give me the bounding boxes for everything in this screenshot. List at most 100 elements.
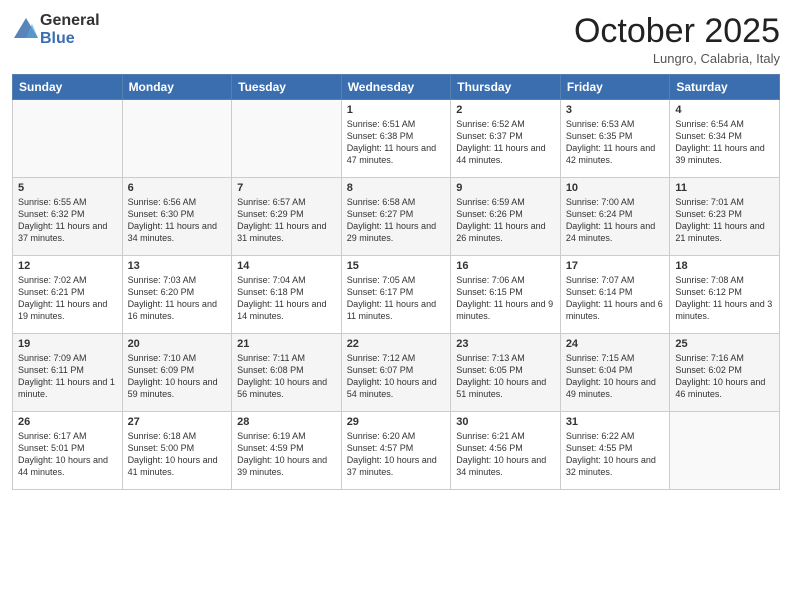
day-info: Sunrise: 6:18 AM xyxy=(128,430,227,442)
day-header-tuesday: Tuesday xyxy=(232,75,342,100)
day-info: Sunrise: 6:17 AM xyxy=(18,430,117,442)
day-info: Sunset: 6:32 PM xyxy=(18,208,117,220)
day-info: Sunset: 4:56 PM xyxy=(456,442,555,454)
day-number: 20 xyxy=(128,338,227,350)
header: General Blue October 2025 Lungro, Calabr… xyxy=(12,12,780,66)
calendar-cell: 22Sunrise: 7:12 AMSunset: 6:07 PMDayligh… xyxy=(341,334,451,412)
calendar-cell: 24Sunrise: 7:15 AMSunset: 6:04 PMDayligh… xyxy=(560,334,670,412)
calendar-cell: 9Sunrise: 6:59 AMSunset: 6:26 PMDaylight… xyxy=(451,178,561,256)
day-number: 3 xyxy=(566,104,665,116)
day-info: Daylight: 10 hours and 41 minutes. xyxy=(128,454,227,478)
calendar-cell: 3Sunrise: 6:53 AMSunset: 6:35 PMDaylight… xyxy=(560,100,670,178)
day-info: Daylight: 11 hours and 26 minutes. xyxy=(456,220,555,244)
day-number: 26 xyxy=(18,416,117,428)
day-info: Daylight: 10 hours and 56 minutes. xyxy=(237,376,336,400)
day-info: Daylight: 11 hours and 19 minutes. xyxy=(18,298,117,322)
calendar-cell: 29Sunrise: 6:20 AMSunset: 4:57 PMDayligh… xyxy=(341,412,451,490)
day-info: Sunset: 6:38 PM xyxy=(347,130,446,142)
day-header-friday: Friday xyxy=(560,75,670,100)
day-number: 29 xyxy=(347,416,446,428)
calendar-week-2: 5Sunrise: 6:55 AMSunset: 6:32 PMDaylight… xyxy=(13,178,780,256)
day-number: 12 xyxy=(18,260,117,272)
day-info: Daylight: 10 hours and 51 minutes. xyxy=(456,376,555,400)
day-info: Daylight: 10 hours and 34 minutes. xyxy=(456,454,555,478)
calendar-cell: 27 Sunrise: 6:18 AMSunset: 5:00 PMDayligh… xyxy=(122,412,232,490)
day-info: Sunset: 6:05 PM xyxy=(456,364,555,376)
day-info: Daylight: 11 hours and 16 minutes. xyxy=(128,298,227,322)
day-info: Sunrise: 7:13 AM xyxy=(456,352,555,364)
day-info: Daylight: 11 hours and 29 minutes. xyxy=(347,220,446,244)
calendar-cell: 8 Sunrise: 6:58 AMSunset: 6:27 PMDaylight… xyxy=(341,178,451,256)
day-info: Sunrise: 7:12 AM xyxy=(347,352,446,364)
calendar-cell xyxy=(122,100,232,178)
day-number: 28 xyxy=(237,416,336,428)
day-number: 17 xyxy=(566,260,665,272)
calendar-cell: 5Sunrise: 6:55 AMSunset: 6:32 PMDaylight… xyxy=(13,178,123,256)
calendar-cell: 10Sunrise: 7:00 AMSunset: 6:24 PMDayligh… xyxy=(560,178,670,256)
calendar-cell: 31 Sunrise: 6:22 AMSunset: 4:55 PMDayligh… xyxy=(560,412,670,490)
calendar-cell: 16Sunrise: 7:06 AMSunset: 6:15 PMDayligh… xyxy=(451,256,561,334)
day-info: Sunrise: 6:59 AM xyxy=(456,196,555,208)
title-block: October 2025 Lungro, Calabria, Italy xyxy=(574,12,780,66)
month-title: October 2025 xyxy=(574,12,780,51)
calendar-table: SundayMondayTuesdayWednesdayThursdayFrid… xyxy=(12,74,780,490)
day-info: Daylight: 11 hours and 21 minutes. xyxy=(675,220,774,244)
day-info: Sunset: 6:21 PM xyxy=(18,286,117,298)
day-info: Sunset: 4:55 PM xyxy=(566,442,665,454)
day-number: 31 xyxy=(566,416,665,428)
day-info: Daylight: 10 hours and 32 minutes. xyxy=(566,454,665,478)
day-info: Sunset: 6:34 PM xyxy=(675,130,774,142)
calendar-cell: 1Sunrise: 6:51 AMSunset: 6:38 PMDaylight… xyxy=(341,100,451,178)
day-number: 2 xyxy=(456,104,555,116)
day-number: 4 xyxy=(675,104,774,116)
day-info: Sunrise: 7:07 AM xyxy=(566,274,665,286)
day-header-wednesday: Wednesday xyxy=(341,75,451,100)
day-number: 15 xyxy=(347,260,446,272)
day-info: Sunrise: 6:54 AM xyxy=(675,118,774,130)
calendar-cell: 25Sunrise: 7:16 AMSunset: 6:02 PMDayligh… xyxy=(670,334,780,412)
calendar-week-4: 19Sunrise: 7:09 AMSunset: 6:11 PMDayligh… xyxy=(13,334,780,412)
day-info: Sunset: 6:23 PM xyxy=(675,208,774,220)
calendar-cell: 20 Sunrise: 7:10 AMSunset: 6:09 PMDayligh… xyxy=(122,334,232,412)
day-info: Sunset: 6:09 PM xyxy=(128,364,227,376)
day-info: Sunrise: 6:21 AM xyxy=(456,430,555,442)
day-info: Sunrise: 6:19 AM xyxy=(237,430,336,442)
day-info: Sunrise: 7:10 AM xyxy=(128,352,227,364)
calendar-cell: 19Sunrise: 7:09 AMSunset: 6:11 PMDayligh… xyxy=(13,334,123,412)
calendar-cell: 28Sunrise: 6:19 AMSunset: 4:59 PMDayligh… xyxy=(232,412,342,490)
calendar-cell: 7Sunrise: 6:57 AMSunset: 6:29 PMDaylight… xyxy=(232,178,342,256)
day-info: Sunset: 6:30 PM xyxy=(128,208,227,220)
day-info: Sunrise: 6:22 AM xyxy=(566,430,665,442)
day-info: Sunrise: 6:58 AM xyxy=(347,196,446,208)
day-number: 10 xyxy=(566,182,665,194)
day-info: Sunrise: 7:04 AM xyxy=(237,274,336,286)
day-number: 25 xyxy=(675,338,774,350)
day-number: 27 xyxy=(128,416,227,428)
calendar-cell: 14Sunrise: 7:04 AMSunset: 6:18 PMDayligh… xyxy=(232,256,342,334)
day-info: Daylight: 10 hours and 37 minutes. xyxy=(347,454,446,478)
logo: General Blue xyxy=(12,12,100,47)
day-info: Daylight: 11 hours and 47 minutes. xyxy=(347,142,446,166)
day-info: Sunrise: 6:56 AM xyxy=(128,196,227,208)
day-info: Sunset: 5:00 PM xyxy=(128,442,227,454)
day-number: 23 xyxy=(456,338,555,350)
day-number: 30 xyxy=(456,416,555,428)
day-info: Sunset: 6:02 PM xyxy=(675,364,774,376)
calendar-page: General Blue October 2025 Lungro, Calabr… xyxy=(0,0,792,612)
day-info: Daylight: 11 hours and 34 minutes. xyxy=(128,220,227,244)
calendar-week-1: 1Sunrise: 6:51 AMSunset: 6:38 PMDaylight… xyxy=(13,100,780,178)
day-info: Sunset: 6:26 PM xyxy=(456,208,555,220)
day-number: 1 xyxy=(347,104,446,116)
day-info: Daylight: 10 hours and 46 minutes. xyxy=(675,376,774,400)
day-info: Daylight: 11 hours and 37 minutes. xyxy=(18,220,117,244)
calendar-cell: 21Sunrise: 7:11 AMSunset: 6:08 PMDayligh… xyxy=(232,334,342,412)
day-info: Daylight: 10 hours and 59 minutes. xyxy=(128,376,227,400)
day-number: 8 xyxy=(347,182,446,194)
calendar-week-5: 26Sunrise: 6:17 AMSunset: 5:01 PMDayligh… xyxy=(13,412,780,490)
calendar-cell: 18Sunrise: 7:08 AMSunset: 6:12 PMDayligh… xyxy=(670,256,780,334)
day-number: 13 xyxy=(128,260,227,272)
day-info: Sunrise: 7:00 AM xyxy=(566,196,665,208)
day-info: Daylight: 10 hours and 54 minutes. xyxy=(347,376,446,400)
day-info: Daylight: 11 hours and 6 minutes. xyxy=(566,298,665,322)
day-info: Sunset: 6:27 PM xyxy=(347,208,446,220)
